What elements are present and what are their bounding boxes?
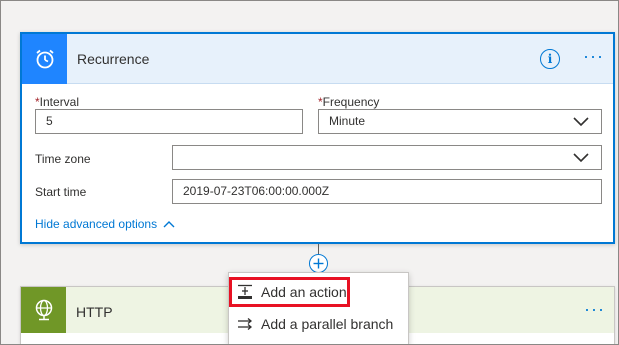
frequency-label: *Frequency <box>318 95 379 109</box>
interval-label: *Interval <box>35 95 79 109</box>
frequency-label-text: Frequency <box>322 95 380 109</box>
interval-label-text: Interval <box>39 95 80 109</box>
time-zone-dropdown[interactable] <box>172 145 602 170</box>
flow-connector <box>318 244 319 254</box>
menu-item-label: Add an action <box>261 284 347 300</box>
recurrence-more-button[interactable]: ··· <box>583 46 607 66</box>
chevron-up-icon <box>163 221 175 228</box>
start-time-input[interactable]: 2019-07-23T06:00:00.000Z <box>172 179 602 204</box>
globe-icon <box>21 287 66 333</box>
recurrence-header[interactable]: Recurrence i ··· <box>22 34 613 84</box>
menu-item-add-action[interactable]: Add an action <box>229 278 408 306</box>
recurrence-card[interactable]: Recurrence i ··· *Interval 5 *Frequency … <box>20 32 615 244</box>
frequency-value: Minute <box>329 114 366 128</box>
start-time-value: 2019-07-23T06:00:00.000Z <box>183 184 330 198</box>
menu-item-label: Add a parallel branch <box>261 316 394 332</box>
recurrence-title: Recurrence <box>77 51 150 67</box>
http-title: HTTP <box>76 304 113 320</box>
plus-icon <box>313 258 324 269</box>
frequency-dropdown[interactable]: Minute <box>318 109 602 134</box>
interval-value: 5 <box>46 114 53 128</box>
http-more-button[interactable]: ··· <box>584 299 605 319</box>
menu-item-add-parallel-branch[interactable]: Add a parallel branch <box>229 310 408 338</box>
insert-step-button[interactable] <box>309 254 328 273</box>
hide-advanced-options-link[interactable]: Hide advanced options <box>35 217 175 231</box>
interval-input[interactable]: 5 <box>35 109 303 134</box>
alarm-clock-icon <box>22 34 67 84</box>
info-icon[interactable]: i <box>540 49 560 69</box>
time-zone-label: Time zone <box>35 152 91 166</box>
start-time-label: Start time <box>35 185 87 199</box>
chevron-down-icon <box>573 153 589 163</box>
hide-advanced-label: Hide advanced options <box>35 217 158 231</box>
parallel-branch-icon <box>238 318 253 330</box>
add-action-icon <box>238 284 252 299</box>
add-step-menu: Add an action Add a parallel branch <box>228 272 409 345</box>
chevron-down-icon <box>573 117 589 127</box>
